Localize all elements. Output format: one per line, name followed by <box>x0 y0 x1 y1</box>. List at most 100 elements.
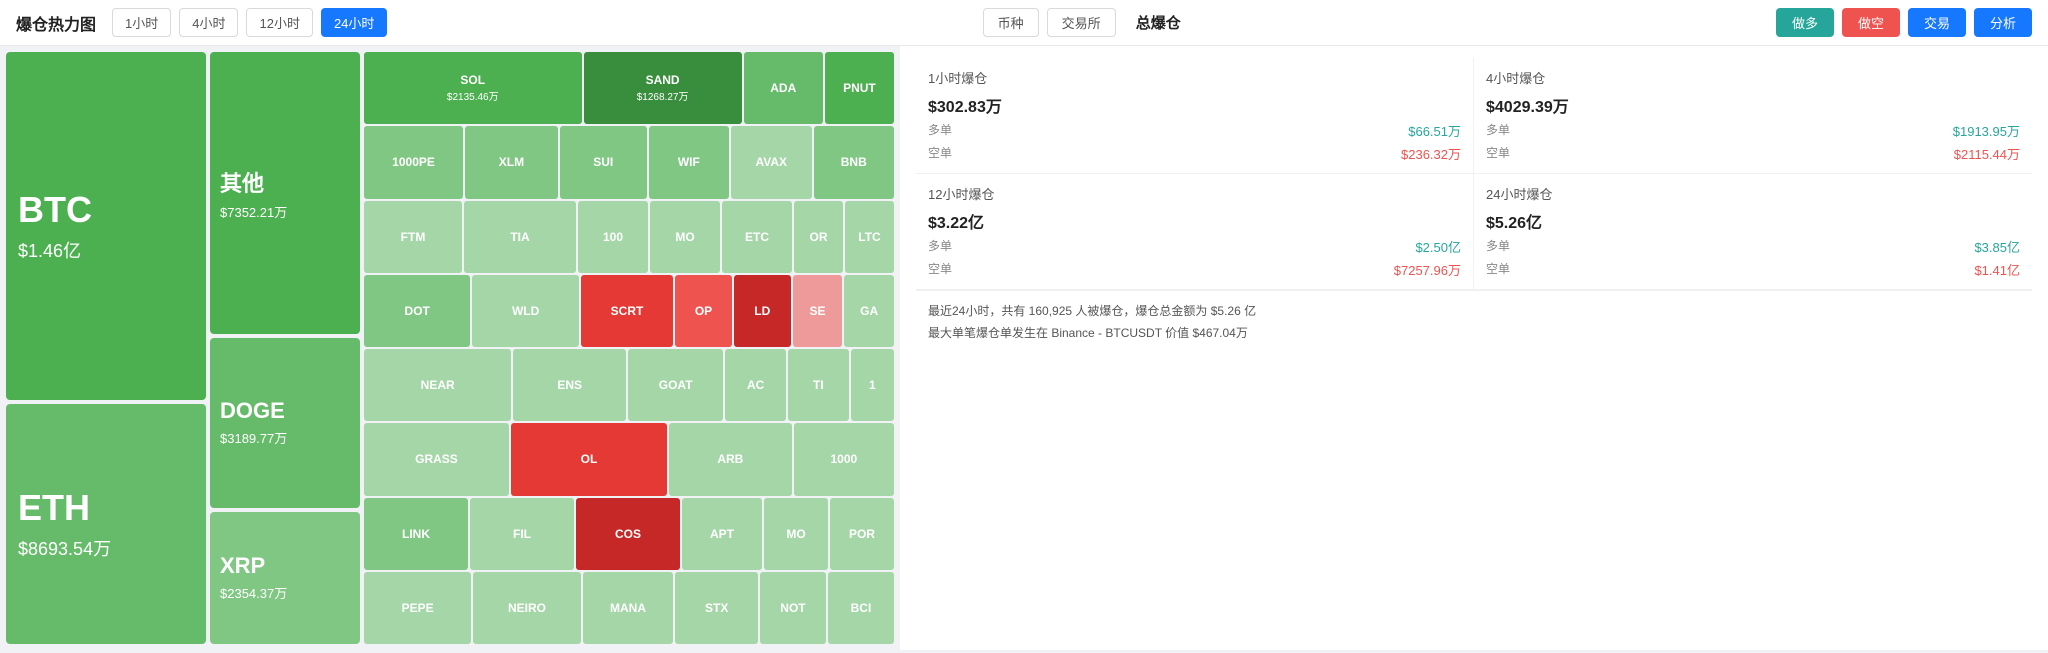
heatmap: BTC $1.46亿 ETH $8693.54万 其他 $7352.21万 DO… <box>0 46 900 650</box>
cell-ld[interactable]: LD <box>734 275 791 347</box>
cell-100[interactable]: 100 <box>578 201 648 273</box>
cell-pepe[interactable]: PEPE <box>364 572 471 644</box>
cell-goat[interactable]: GOAT <box>628 349 723 421</box>
cell-ens[interactable]: ENS <box>513 349 626 421</box>
filter-exchange[interactable]: 交易所 <box>1047 8 1116 37</box>
stat-12h-label: 12小时爆仓 <box>928 184 1461 203</box>
btn-short[interactable]: 做空 <box>1842 8 1900 37</box>
cell-sol[interactable]: SOL $2135.46万 <box>364 52 582 124</box>
stat-1h-long-row: 多单 $66.51万 <box>928 121 1461 140</box>
stat-4h-label: 4小时爆仓 <box>1486 68 2020 87</box>
stat-12h-total: $3.22亿 <box>928 209 1461 233</box>
cell-pnut[interactable]: PNUT <box>825 52 894 124</box>
cell-ltc[interactable]: LTC <box>845 201 894 273</box>
stats-panel: 1小时爆仓 $302.83万 多单 $66.51万 空单 $236.32万 4小… <box>900 46 2048 650</box>
cell-ac[interactable]: AC <box>725 349 786 421</box>
cell-grass[interactable]: GRASS <box>364 423 509 495</box>
cell-tia[interactable]: TIA <box>464 201 576 273</box>
cell-or[interactable]: OR <box>794 201 843 273</box>
cell-stx[interactable]: STX <box>675 572 758 644</box>
cell-se[interactable]: SE <box>793 275 843 347</box>
footer-line1: 最近24小时，共有 160,925 人被爆仓，爆仓总金额为 $5.26 亿 <box>928 301 2020 323</box>
stat-12h-long-value: $2.50亿 <box>1415 237 1461 256</box>
doge-cell[interactable]: DOGE $3189.77万 <box>210 338 360 508</box>
cell-near[interactable]: NEAR <box>364 349 511 421</box>
cell-sand[interactable]: SAND $1268.27万 <box>584 52 742 124</box>
cell-ti[interactable]: TI <box>788 349 849 421</box>
mosaic-row-2: 1000PE XLM SUI WIF AVAX BNB <box>364 126 894 198</box>
cell-scrt[interactable]: SCRT <box>581 275 673 347</box>
cell-etc[interactable]: ETC <box>722 201 792 273</box>
cell-sui[interactable]: SUI <box>560 126 647 198</box>
cell-1000arb[interactable]: 1000 <box>794 423 894 495</box>
page-title: 爆仓热力图 <box>16 11 96 35</box>
stat-1h-short-label: 空单 <box>928 144 952 163</box>
time-btn-12h[interactable]: 12小时 <box>246 8 312 37</box>
cell-not[interactable]: NOT <box>760 572 826 644</box>
btn-trade[interactable]: 交易 <box>1908 8 1966 37</box>
cell-avax[interactable]: AVAX <box>731 126 811 198</box>
btn-analysis[interactable]: 分析 <box>1974 8 2032 37</box>
stat-4h-long-row: 多单 $1913.95万 <box>1486 121 2020 140</box>
eth-value: $8693.54万 <box>18 535 194 561</box>
cell-por[interactable]: POR <box>830 498 894 570</box>
cell-wif[interactable]: WIF <box>649 126 729 198</box>
stat-24h-label: 24小时爆仓 <box>1486 184 2020 203</box>
stat-12h-short-row: 空单 $7257.96万 <box>928 260 1461 279</box>
cell-1[interactable]: 1 <box>851 349 894 421</box>
stat-4h-short-row: 空单 $2115.44万 <box>1486 144 2020 163</box>
cell-apt[interactable]: APT <box>682 498 762 570</box>
cell-wld[interactable]: WLD <box>472 275 578 347</box>
cell-link[interactable]: LINK <box>364 498 468 570</box>
eth-cell[interactable]: ETH $8693.54万 <box>6 404 206 644</box>
cell-bci[interactable]: BCI <box>828 572 894 644</box>
time-btn-24h[interactable]: 24小时 <box>321 8 387 37</box>
cell-ftm[interactable]: FTM <box>364 201 462 273</box>
cell-neiro[interactable]: NEIRO <box>473 572 580 644</box>
stat-24h-long-value: $3.85亿 <box>1974 237 2020 256</box>
stat-4h-long-label: 多单 <box>1486 121 1510 140</box>
cell-ga[interactable]: GA <box>844 275 894 347</box>
stat-12h-short-label: 空单 <box>928 260 952 279</box>
qita-cell[interactable]: 其他 $7352.21万 <box>210 52 360 334</box>
right-mosaic: SOL $2135.46万 SAND $1268.27万 ADA PNUT 10… <box>364 52 894 644</box>
mid-col: 其他 $7352.21万 DOGE $3189.77万 XRP $2354.37… <box>210 52 360 644</box>
cell-ada[interactable]: ADA <box>744 52 823 124</box>
stat-12h-long-label: 多单 <box>928 237 952 256</box>
time-btn-1h[interactable]: 1小时 <box>112 8 171 37</box>
stat-24h: 24小时爆仓 $5.26亿 多单 $3.85亿 空单 $1.41亿 <box>1474 174 2032 290</box>
xrp-cell[interactable]: XRP $2354.37万 <box>210 512 360 644</box>
eth-symbol: ETH <box>18 487 194 529</box>
cell-1000pe[interactable]: 1000PE <box>364 126 463 198</box>
mosaic-row-8: PEPE NEIRO MANA STX NOT BCI <box>364 572 894 644</box>
stat-4h: 4小时爆仓 $4029.39万 多单 $1913.95万 空单 $2115.44… <box>1474 58 2032 174</box>
total-label: 总爆仓 <box>1136 12 1181 33</box>
stat-4h-long-value: $1913.95万 <box>1953 121 2020 140</box>
btc-cell[interactable]: BTC $1.46亿 <box>6 52 206 400</box>
cell-bnb[interactable]: BNB <box>814 126 894 198</box>
btn-long[interactable]: 做多 <box>1776 8 1834 37</box>
stat-4h-short-value: $2115.44万 <box>1954 144 2020 163</box>
stat-24h-short-value: $1.41亿 <box>1974 260 2020 279</box>
mosaic-row-5: NEAR ENS GOAT AC TI 1 <box>364 349 894 421</box>
stat-1h-long-value: $66.51万 <box>1408 121 1461 140</box>
stats-grid: 1小时爆仓 $302.83万 多单 $66.51万 空单 $236.32万 4小… <box>916 58 2032 290</box>
cell-cos[interactable]: COS <box>576 498 680 570</box>
cell-mo2[interactable]: MO <box>764 498 828 570</box>
doge-symbol: DOGE <box>220 398 350 424</box>
footer-line2: 最大单笔爆仓单发生在 Binance - BTCUSDT 价值 $467.04万 <box>928 323 2020 345</box>
filter-coin[interactable]: 币种 <box>983 8 1039 37</box>
time-btn-4h[interactable]: 4小时 <box>179 8 238 37</box>
cell-op[interactable]: OP <box>675 275 732 347</box>
cell-fil[interactable]: FIL <box>470 498 574 570</box>
cell-ol[interactable]: OL <box>511 423 667 495</box>
cell-xlm[interactable]: XLM <box>465 126 558 198</box>
stat-1h-total: $302.83万 <box>928 93 1461 117</box>
cell-mana[interactable]: MANA <box>583 572 674 644</box>
cell-dot[interactable]: DOT <box>364 275 470 347</box>
cell-mo[interactable]: MO <box>650 201 720 273</box>
cell-arb[interactable]: ARB <box>669 423 792 495</box>
mosaic-row-4: DOT WLD SCRT OP LD SE GA <box>364 275 894 347</box>
stat-1h-label: 1小时爆仓 <box>928 68 1461 87</box>
mosaic-row-6: GRASS OL ARB 1000 <box>364 423 894 495</box>
